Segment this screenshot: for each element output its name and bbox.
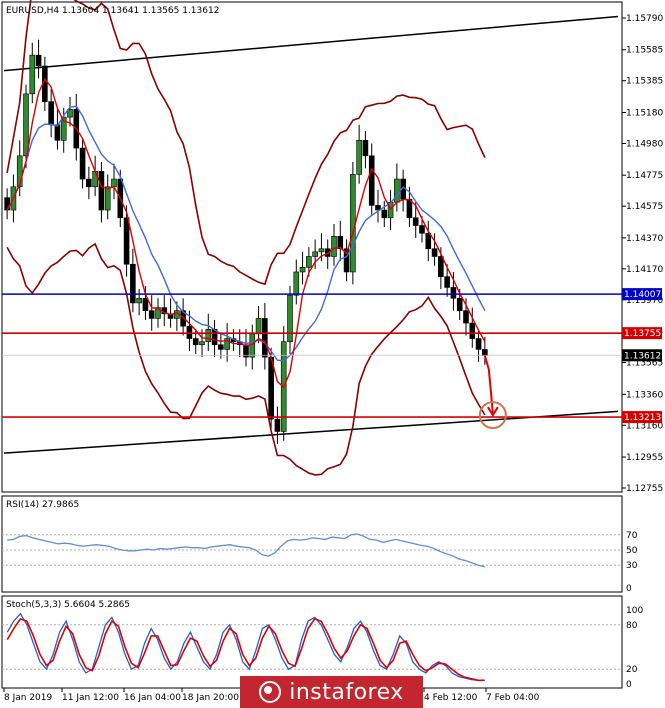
candle-body (192, 338, 199, 346)
candle-body (356, 140, 362, 175)
time-axis-label: 11 Jan 12:00 (62, 693, 119, 703)
candle-body (337, 236, 344, 250)
candle-body (318, 248, 325, 253)
stoch-axis-label: 0 (626, 680, 632, 690)
price-tick-label: 1.15385 (626, 77, 663, 87)
candle-body (312, 251, 318, 257)
candle-body (255, 318, 262, 335)
watermark-text: instaforex (289, 679, 404, 705)
instaforex-logo: instaforex (240, 676, 423, 708)
candle-body (104, 186, 111, 211)
candle-body (48, 101, 54, 126)
symbol-header: EURUSD,H4 1.13604 1.13641 1.13565 1.1361… (6, 6, 219, 16)
stoch-axis-label: 100 (626, 606, 643, 616)
candle-body (111, 178, 117, 188)
price-tick-label: 1.15585 (626, 46, 663, 56)
candle-body (475, 338, 482, 350)
candle-body (54, 124, 61, 141)
price-tick-label: 1.15180 (626, 108, 663, 118)
price-tick-label: 1.14170 (626, 265, 663, 275)
candle-body (218, 344, 224, 350)
candle-body (79, 147, 86, 180)
price-tick-label: 1.14980 (626, 139, 663, 149)
candle-body (205, 328, 212, 342)
candle (350, 162, 356, 285)
candle-body (274, 418, 281, 432)
price-tick-label: 1.12955 (626, 453, 663, 463)
stoch-axis-label: 80 (626, 621, 638, 631)
candle-body (306, 256, 312, 268)
current-price-label: 1.13612 (624, 351, 661, 361)
candle-body (350, 174, 356, 273)
candle-body (29, 54, 36, 95)
candle-body (98, 171, 105, 211)
candle-body (463, 310, 469, 324)
candle-body (394, 178, 400, 203)
price-tick-label: 1.12755 (626, 484, 663, 494)
candle-body (148, 310, 155, 319)
instaforex-logo-icon (259, 681, 282, 703)
candle-body (35, 54, 42, 67)
candle-body (293, 271, 300, 296)
candle-body (331, 236, 337, 257)
candle-body (456, 297, 463, 311)
candle-body (362, 140, 369, 157)
candle-body (130, 263, 136, 304)
candle-body (431, 248, 438, 257)
candle-body (469, 322, 476, 339)
candle-body (444, 276, 450, 288)
candle-body (199, 341, 205, 346)
rsi-axis-label: 30 (626, 561, 638, 571)
price-tick-label: 1.14370 (626, 234, 663, 244)
candle-body (142, 297, 149, 311)
rsi-axis-label: 0 (626, 584, 632, 594)
price-tick-label: 1.14775 (626, 171, 663, 181)
candle-body (368, 155, 375, 206)
rsi-axis-label: 70 (626, 531, 638, 541)
eurusd-chart: 70 50 30 0 100 80 20 0 1.15790 1.15585 1.15385 1.… (1, 0, 663, 703)
candle-body (482, 349, 488, 356)
candle-body (412, 217, 419, 226)
candle-body (92, 171, 98, 188)
candle-body (262, 318, 268, 358)
time-axis-label: 16 Jan 04:00 (124, 693, 181, 703)
candle-body (123, 217, 130, 265)
candle-body (249, 333, 256, 358)
main-panel-frame (1, 1, 623, 493)
candle-body (425, 232, 432, 250)
candle-body (438, 256, 444, 277)
rsi-axis-label: 50 (626, 546, 638, 556)
candle-body (86, 178, 92, 188)
level-price-label: 1.13213 (624, 413, 661, 423)
stoch-axis-label: 20 (626, 665, 638, 675)
candle-body (299, 267, 306, 273)
candle-body (381, 209, 388, 219)
candle-body (287, 294, 293, 342)
level-price-label: 1.13755 (624, 329, 661, 339)
stoch-title: Stoch(5,3,3) 5.6604 5.2865 (6, 600, 130, 610)
candle-body (4, 197, 10, 211)
rsi-panel-frame (1, 495, 623, 593)
time-axis-label: 8 Jan 2019 (4, 693, 52, 703)
price-tick-label: 1.14575 (626, 202, 663, 212)
rsi-title: RSI(14) 27.9865 (6, 500, 79, 510)
time-axis-label: 7 Feb 04:00 (486, 693, 540, 703)
time-axis-label: 4 Feb 12:00 (424, 693, 478, 703)
candle-body (419, 225, 425, 234)
price-tick-label: 1.13360 (626, 390, 663, 400)
level-price-label: 1.14007 (624, 290, 661, 300)
time-axis-label: 18 Jan 20:00 (182, 693, 239, 703)
price-tick-label: 1.15790 (626, 14, 663, 24)
candle-body (136, 297, 142, 304)
candle-body (450, 287, 457, 299)
